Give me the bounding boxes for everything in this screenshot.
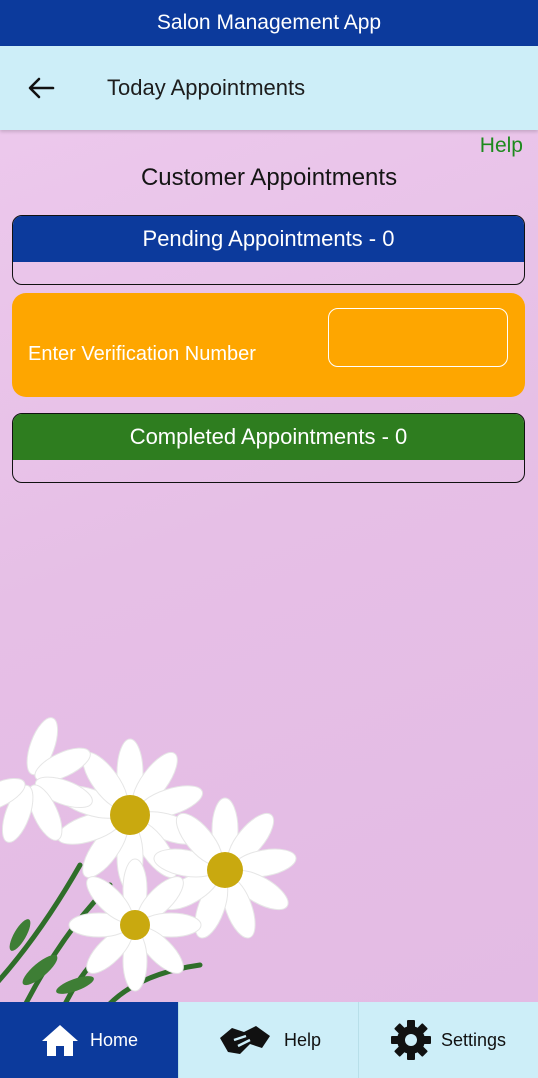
completed-appointments-header[interactable]: Completed Appointments - 0 bbox=[13, 414, 524, 460]
nav-home[interactable]: Home bbox=[0, 1002, 178, 1078]
handshake-icon bbox=[216, 1018, 274, 1062]
verification-panel: Enter Verification Number bbox=[12, 293, 525, 397]
app-title: Salon Management App bbox=[156, 11, 382, 34]
bottom-navigation: Home Help Settings bbox=[0, 1002, 538, 1078]
help-link[interactable]: Help bbox=[480, 134, 523, 158]
completed-appointments-card[interactable]: Completed Appointments - 0 bbox=[12, 413, 525, 483]
pending-appointments-header[interactable]: Pending Appointments - 0 bbox=[13, 216, 524, 262]
page-title: Today Appointments bbox=[107, 75, 306, 100]
nav-home-label: Home bbox=[89, 1029, 138, 1050]
daisy-flowers-decoration bbox=[0, 717, 297, 1002]
pending-appointments-card[interactable]: Pending Appointments - 0 bbox=[12, 215, 525, 285]
gear-icon bbox=[390, 1020, 431, 1060]
section-title: Customer Appointments bbox=[140, 164, 398, 191]
toolbar: Today Appointments bbox=[0, 46, 538, 130]
app-bar: Salon Management App bbox=[0, 0, 538, 46]
verification-number-input[interactable] bbox=[328, 308, 508, 367]
home-icon bbox=[40, 1022, 80, 1058]
main-content: Help Customer Appointments Pending Appoi… bbox=[0, 130, 538, 1002]
arrow-left-icon bbox=[28, 77, 55, 99]
nav-settings[interactable]: Settings bbox=[358, 1002, 538, 1078]
nav-help-label: Help bbox=[283, 1029, 322, 1050]
nav-settings-label: Settings bbox=[440, 1029, 507, 1050]
nav-help[interactable]: Help bbox=[178, 1002, 358, 1078]
back-button[interactable] bbox=[13, 60, 69, 116]
verification-label: Enter Verification Number bbox=[28, 343, 256, 365]
